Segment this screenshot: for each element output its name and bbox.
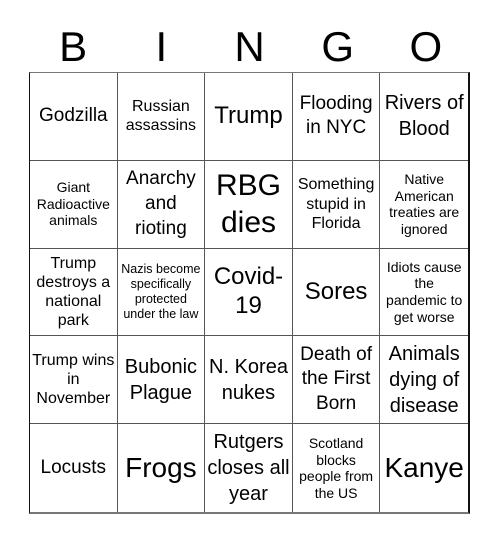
cell-label: Giant Radioactive animals [36, 179, 110, 229]
bingo-cell[interactable]: Anarchy and rioting [117, 160, 206, 249]
cell-label: Trump wins in November [32, 352, 115, 408]
cell-label: Rivers of Blood [384, 92, 464, 141]
cell-label: Animals dying of disease [388, 342, 460, 417]
cell-label: Something stupid in Florida [297, 176, 375, 232]
bingo-cell[interactable]: Locusts [30, 424, 118, 512]
bingo-cell[interactable]: Rivers of Blood [380, 73, 468, 161]
bingo-cell[interactable]: Flooding in NYC [292, 73, 381, 161]
cell-label: RBG dies [215, 168, 281, 240]
bingo-cell[interactable]: Idiots cause the pandemic to get worse [380, 249, 468, 337]
cell-label: Godzilla [38, 105, 108, 127]
cell-label: Trump destroys a national park [36, 254, 111, 330]
cell-label: Kanye [384, 452, 464, 483]
bingo-cell[interactable]: Godzilla [30, 73, 118, 161]
bingo-cell[interactable]: Rutgers closes all year [205, 424, 293, 512]
cell-label: Trump [214, 102, 283, 129]
header-letter-b: B [59, 23, 88, 70]
header-letter-o: O [409, 23, 443, 70]
header-letter-g: G [321, 23, 355, 70]
bingo-cell[interactable]: N. Korea nukes [205, 336, 293, 425]
cell-label: Rutgers closes all year [207, 431, 290, 506]
bingo-cell[interactable]: Trump wins in November [30, 336, 118, 425]
cell-label: Idiots cause the pandemic to get worse [386, 258, 463, 325]
cell-label: Scotland blocks people from the US [299, 435, 374, 501]
bingo-grid: Godzilla Russian assassins Trump Floodin… [29, 72, 470, 514]
bingo-cell[interactable]: Giant Radioactive animals [30, 160, 118, 249]
bingo-cell[interactable]: Sores [292, 248, 381, 337]
bingo-cell[interactable]: Nazis become specifically protected unde… [117, 248, 206, 337]
bingo-cell[interactable]: RBG dies [205, 160, 293, 249]
bingo-cell[interactable]: Native American treaties are ignored [380, 161, 468, 249]
cell-label: N. Korea nukes [209, 355, 288, 404]
bingo-cell[interactable]: Russian assassins [117, 73, 206, 161]
bingo-cell[interactable]: Frogs [118, 424, 206, 512]
cell-label: Death of the First Born [300, 343, 372, 415]
bingo-cell[interactable]: Animals dying of disease [380, 336, 468, 425]
bingo-cell[interactable]: Bubonic Plague [117, 336, 206, 425]
cell-label: Anarchy and rioting [126, 168, 196, 239]
cell-label: Native American treaties are ignored [389, 171, 460, 237]
bingo-cell[interactable]: Trump [205, 73, 293, 161]
cell-label: Flooding in NYC [299, 92, 373, 139]
cell-label: Locusts [40, 456, 107, 478]
header-letter-i: I [155, 23, 168, 70]
bingo-cell[interactable]: Covid-19 [205, 248, 293, 337]
bingo-cell[interactable]: Something stupid in Florida [292, 160, 381, 249]
cell-label: Sores [304, 277, 368, 305]
cell-label: Bubonic Plague [124, 355, 198, 404]
bingo-cell[interactable]: Scotland blocks people from the US [293, 424, 381, 512]
bingo-cell[interactable]: Trump destroys a national park [30, 248, 118, 337]
cell-label: Russian assassins [125, 98, 197, 135]
cell-label: Covid-19 [213, 263, 284, 319]
bingo-cell[interactable]: Death of the First Born [292, 336, 381, 425]
bingo-cell[interactable]: Kanye [380, 424, 468, 512]
header-letter-n: N [234, 23, 265, 70]
cell-label: Frogs [125, 452, 197, 483]
cell-label: Nazis become specifically protected unde… [121, 261, 201, 321]
bingo-header: B I N G O [29, 22, 470, 72]
